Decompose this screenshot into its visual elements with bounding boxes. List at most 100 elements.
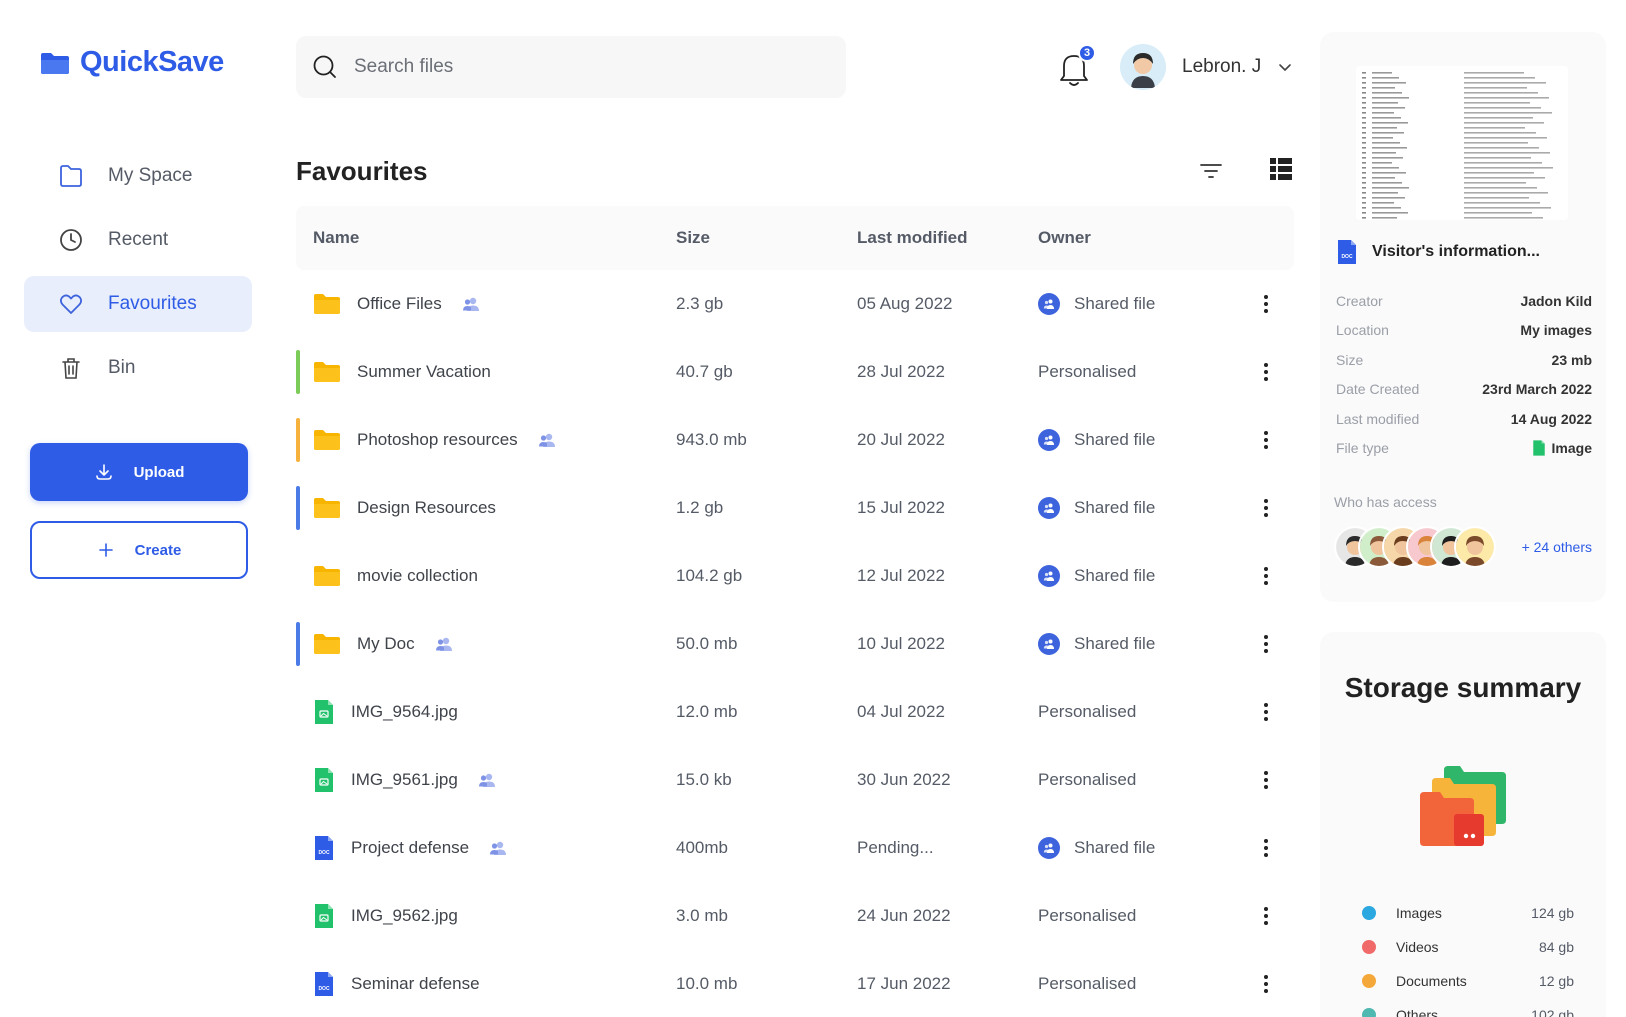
meta-row: Creator Jadon Kild: [1336, 286, 1592, 316]
more-options-icon[interactable]: [1254, 360, 1278, 384]
file-preview-thumbnail[interactable]: [1356, 66, 1568, 220]
access-row: + 24 others: [1334, 526, 1592, 568]
file-size: 12.0 mb: [676, 702, 738, 721]
meta-value: My images: [1520, 322, 1592, 339]
table-row[interactable]: My Doc 50.0 mb 10 Jul 2022 Shared file: [296, 610, 1294, 678]
shared-users-icon: [538, 433, 555, 447]
file-owner: Personalised: [1038, 974, 1137, 993]
table-row[interactable]: DOC Seminar defense 10.0 mb 17 Jun 2022 P…: [296, 950, 1294, 1017]
meta-key: Location: [1336, 322, 1389, 339]
filter-icon[interactable]: [1198, 160, 1224, 182]
meta-value: 23rd March 2022: [1482, 381, 1592, 398]
sidebar-item-label: Bin: [108, 357, 136, 378]
sidebar-item-recent[interactable]: Recent: [24, 212, 252, 268]
sidebar-item-label: Favourites: [108, 293, 197, 314]
file-name-cell[interactable]: IMG_9564.jpg: [296, 698, 676, 726]
shared-users-icon: [490, 841, 507, 855]
legend-name: Others: [1396, 1007, 1439, 1017]
file-name-cell[interactable]: movie collection: [296, 564, 676, 588]
legend-item: Documents 12 gb: [1362, 964, 1574, 998]
file-name-cell[interactable]: DOC Seminar defense: [296, 970, 676, 998]
app-name: QuickSave: [80, 46, 224, 78]
file-name-cell[interactable]: IMG_9562.jpg: [296, 902, 676, 930]
search-bar: [296, 36, 846, 98]
column-header-size[interactable]: Size: [676, 228, 857, 248]
column-header-name[interactable]: Name: [296, 228, 676, 248]
more-options-icon[interactable]: [1254, 700, 1278, 724]
file-owner: Personalised: [1038, 362, 1137, 381]
more-options-icon[interactable]: [1254, 292, 1278, 316]
sidebar-item-bin[interactable]: Bin: [24, 340, 252, 396]
table-row[interactable]: Office Files 2.3 gb 05 Aug 2022 Shared f…: [296, 270, 1294, 338]
sidebar-item-favourites[interactable]: Favourites: [24, 276, 252, 332]
column-header-last-modified[interactable]: Last modified: [857, 228, 1038, 248]
more-options-icon[interactable]: [1254, 564, 1278, 588]
table-row[interactable]: IMG_9564.jpg 12.0 mb 04 Jul 2022 Persona…: [296, 678, 1294, 746]
table-row[interactable]: Summer Vacation 40.7 gb 28 Jul 2022 Pers…: [296, 338, 1294, 406]
folder-icon: [314, 498, 340, 518]
more-options-icon[interactable]: [1254, 632, 1278, 656]
more-options-icon[interactable]: [1254, 836, 1278, 860]
file-name: IMG_9561.jpg: [351, 770, 458, 789]
folder-icon: [314, 430, 340, 450]
file-name-cell[interactable]: My Doc: [296, 632, 676, 656]
table-row[interactable]: IMG_9561.jpg 15.0 kb 30 Jun 2022 Persona…: [296, 746, 1294, 814]
others-link[interactable]: + 24 others: [1522, 539, 1592, 555]
table-row[interactable]: Photoshop resources 943.0 mb 20 Jul 2022…: [296, 406, 1294, 474]
file-owner: Personalised: [1038, 906, 1137, 925]
file-modified: 28 Jul 2022: [857, 362, 945, 381]
file-name-cell[interactable]: DOC Project defense: [296, 834, 676, 862]
upload-button[interactable]: Upload: [30, 443, 248, 501]
column-header-owner[interactable]: Owner: [1038, 228, 1238, 248]
file-name-cell[interactable]: Photoshop resources: [296, 428, 676, 452]
more-options-icon[interactable]: [1254, 428, 1278, 452]
meta-value: Image: [1551, 440, 1592, 457]
sidebar-item-my-space[interactable]: My Space: [24, 148, 252, 204]
file-name-cell[interactable]: Summer Vacation: [296, 360, 676, 384]
folder-logo-icon: [41, 52, 69, 74]
doc-file-icon: DOC: [315, 836, 333, 860]
shared-owner-icon: [1038, 837, 1060, 859]
file-name: Office Files: [357, 294, 442, 313]
table-row[interactable]: DOC Project defense 400mb Pending... Shar…: [296, 814, 1294, 882]
access-avatars[interactable]: [1334, 526, 1496, 568]
file-name-cell[interactable]: Design Resources: [296, 496, 676, 520]
file-owner-cell: Shared file: [1038, 633, 1238, 655]
table-row[interactable]: movie collection 104.2 gb 12 Jul 2022 Sh…: [296, 542, 1294, 610]
file-name-cell[interactable]: IMG_9561.jpg: [296, 766, 676, 794]
file-modified: 04 Jul 2022: [857, 702, 945, 721]
folder-outline-icon: [60, 165, 82, 187]
shared-users-icon: [462, 297, 479, 311]
more-options-icon[interactable]: [1254, 904, 1278, 928]
shared-owner-icon: [1038, 429, 1060, 451]
file-name: Summer Vacation: [357, 362, 491, 381]
meta-row: File type Image: [1336, 434, 1592, 464]
create-button[interactable]: Create: [30, 521, 248, 579]
avatar: [1454, 526, 1496, 568]
file-owner-cell: Shared file: [1038, 429, 1238, 451]
user-menu[interactable]: Lebron. J: [1120, 44, 1293, 90]
search-input[interactable]: [354, 56, 794, 78]
folder-icon: [314, 294, 340, 314]
meta-row: Last modified 14 Aug 2022: [1336, 404, 1592, 434]
table-row[interactable]: IMG_9562.jpg 3.0 mb 24 Jun 2022 Personal…: [296, 882, 1294, 950]
list-view-icon[interactable]: [1268, 156, 1294, 182]
app-logo[interactable]: QuickSave: [40, 46, 224, 79]
table-row[interactable]: Design Resources 1.2 gb 15 Jul 2022 Shar…: [296, 474, 1294, 542]
meta-row: Size 23 mb: [1336, 345, 1592, 375]
notifications-button[interactable]: 3: [1058, 44, 1096, 88]
table-header: Name Size Last modified Owner: [296, 206, 1294, 270]
file-owner-cell: Personalised: [1038, 770, 1238, 790]
more-options-icon[interactable]: [1254, 496, 1278, 520]
file-title: DOC Visitor's information...: [1336, 238, 1540, 266]
more-options-icon[interactable]: [1254, 768, 1278, 792]
file-owner-cell: Shared file: [1038, 497, 1238, 519]
clock-icon: [60, 229, 82, 251]
files-table: Name Size Last modified Owner Office Fil…: [296, 206, 1294, 1017]
trash-icon: [62, 358, 80, 379]
file-name-cell[interactable]: Office Files: [296, 292, 676, 316]
legend-color-dot: [1362, 906, 1376, 920]
file-owner: Shared file: [1074, 566, 1156, 585]
meta-value: Jadon Kild: [1520, 292, 1592, 309]
more-options-icon[interactable]: [1254, 972, 1278, 996]
